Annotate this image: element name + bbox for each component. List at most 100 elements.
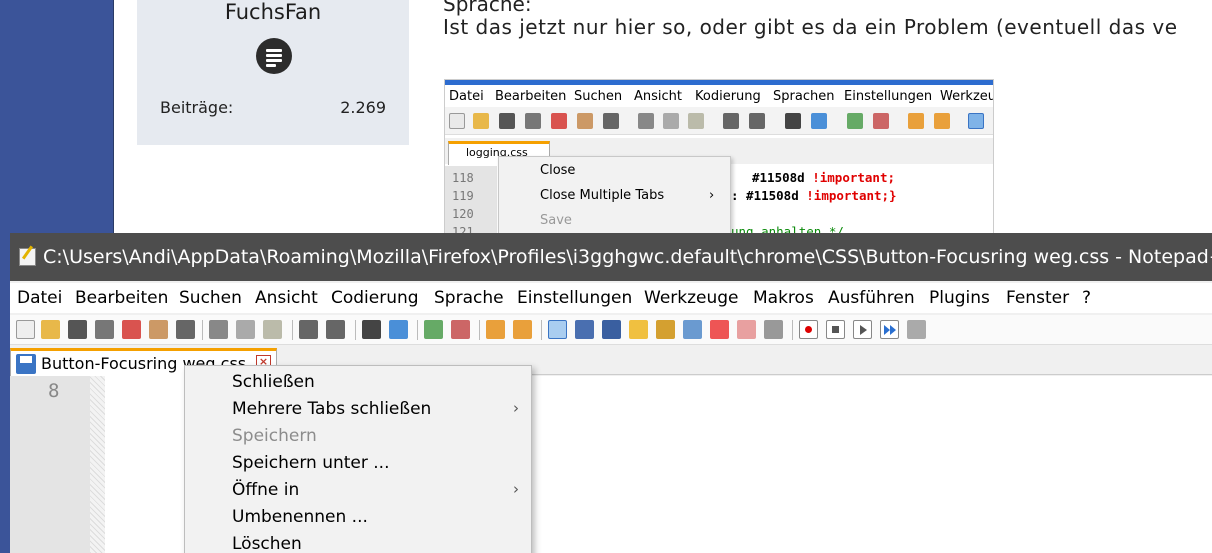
show-all-characters-icon[interactable]	[575, 320, 594, 339]
ctx-item-schliessen[interactable]: Schließen	[185, 369, 531, 396]
menu-einstellungen[interactable]: Einstellungen	[517, 288, 632, 308]
avatar-icon[interactable]	[256, 38, 292, 74]
undo-icon[interactable]	[299, 320, 318, 339]
shot-menu-item: Datei	[449, 89, 484, 104]
function-list-icon[interactable]	[683, 320, 702, 339]
shot-menu-item: Einstellungen	[844, 89, 933, 104]
menu-fenster[interactable]: Fenster	[1006, 288, 1069, 308]
word-wrap-icon[interactable]	[548, 320, 567, 339]
forum-page: FuchsFan Beiträge: 2.269 Sprache: Ist da…	[113, 0, 1212, 240]
copy-icon[interactable]	[236, 320, 255, 339]
cut-icon[interactable]	[209, 320, 228, 339]
menu-codierung[interactable]: Codierung	[331, 288, 419, 308]
menu-makros[interactable]: Makros	[753, 288, 814, 308]
shot-line-number: 118	[452, 171, 474, 185]
menu-werkzeuge[interactable]: Werkzeuge	[644, 288, 739, 308]
menu-suchen[interactable]: Suchen	[179, 288, 242, 308]
close-icon	[551, 113, 567, 129]
paste-icon[interactable]	[263, 320, 282, 339]
menu-help[interactable]: ?	[1082, 288, 1091, 308]
new-file-icon	[449, 113, 465, 129]
toolbar-separator	[792, 320, 793, 340]
toolbar-separator	[355, 320, 356, 340]
shot-code-line: #11508d !important;	[752, 170, 895, 185]
shot-ctx-save: Save	[540, 213, 572, 228]
print-icon[interactable]	[176, 320, 195, 339]
menu-datei[interactable]: Datei	[17, 288, 62, 308]
username[interactable]: FuchsFan	[137, 0, 409, 24]
replace-icon[interactable]	[389, 320, 408, 339]
shot-ctx-close: Close	[540, 163, 576, 178]
sync-vertical-icon[interactable]	[486, 320, 505, 339]
indent-guide-icon[interactable]	[602, 320, 621, 339]
toolbar-separator	[417, 320, 418, 340]
ctx-item-mehrere-tabs-schliessen[interactable]: Mehrere Tabs schließen ›	[185, 396, 531, 423]
toolbar-separator	[292, 320, 293, 340]
monitoring-eye-icon[interactable]	[764, 320, 783, 339]
shot-code-value: #11508d	[752, 170, 813, 185]
chevron-right-icon: ›	[513, 399, 519, 417]
shot-menu-item: Bearbeiten	[495, 89, 567, 104]
menu-ausfuehren[interactable]: Ausführen	[828, 288, 915, 308]
replace-icon	[811, 113, 827, 129]
shot-menu-item: Werkzeu	[940, 89, 994, 104]
record-macro-icon[interactable]	[799, 320, 818, 339]
zoom-out-icon[interactable]	[451, 320, 470, 339]
close-all-icon[interactable]	[149, 320, 168, 339]
sync-horizontal-icon	[934, 113, 950, 129]
close-all-icon	[577, 113, 593, 129]
close-file-icon[interactable]	[122, 320, 141, 339]
post-heading: Sprache:	[443, 0, 532, 16]
ctx-item-speichern-unter[interactable]: Speichern unter ...	[185, 450, 531, 477]
menu-ansicht[interactable]: Ansicht	[255, 288, 318, 308]
ctx-label: Mehrere Tabs schließen	[232, 399, 432, 419]
paste-icon	[688, 113, 704, 129]
shot-menu-item: Suchen	[574, 89, 623, 104]
save-icon	[499, 113, 515, 129]
shot-code-important: !important;	[812, 170, 896, 185]
post-text: Ist das jetzt nur hier so, oder gibt es …	[443, 15, 1178, 39]
shot-code-line: : #11508d !important;}	[731, 188, 897, 203]
save-all-icon[interactable]	[95, 320, 114, 339]
ctx-label: Öffne in	[232, 480, 300, 500]
user-language-icon[interactable]	[629, 320, 648, 339]
new-file-icon[interactable]	[16, 320, 35, 339]
chevron-right-icon: ›	[513, 480, 519, 498]
fold-margin[interactable]	[90, 376, 105, 553]
toolbar-separator	[202, 320, 203, 340]
shot-context-menu: Close Close Multiple Tabs › Save	[498, 156, 731, 239]
ctx-item-oeffne-in[interactable]: Öffne in ›	[185, 477, 531, 504]
menu-plugins[interactable]: Plugins	[929, 288, 990, 308]
save-macro-icon[interactable]	[907, 320, 926, 339]
floppy-disk-icon	[16, 354, 36, 374]
ctx-item-umbenennen[interactable]: Umbenennen ...	[185, 504, 531, 531]
menu-sprache[interactable]: Sprache	[434, 288, 504, 308]
open-folder-workspace-icon[interactable]	[737, 320, 756, 339]
shot-code-value: : #11508d	[731, 188, 807, 203]
stop-macro-icon[interactable]	[826, 320, 845, 339]
redo-icon[interactable]	[326, 320, 345, 339]
shot-ctx-close-multiple: Close Multiple Tabs	[540, 188, 665, 203]
sync-horizontal-icon[interactable]	[513, 320, 532, 339]
find-icon[interactable]	[362, 320, 381, 339]
posts-label: Beiträge:	[160, 98, 234, 117]
open-folder-icon	[473, 113, 489, 129]
shot-menu-item: Ansicht	[634, 89, 683, 104]
zoom-in-icon[interactable]	[424, 320, 443, 339]
window-title: C:\Users\Andi\AppData\Roaming\Mozilla\Fi…	[43, 246, 1212, 268]
folder-as-workspace-icon[interactable]	[710, 320, 729, 339]
play-macro-icon[interactable]	[853, 320, 872, 339]
toolbar-separator	[479, 320, 480, 340]
ctx-label: Speichern	[232, 426, 317, 446]
run-macro-multiple-icon[interactable]	[880, 320, 899, 339]
open-folder-icon[interactable]	[41, 320, 60, 339]
save-icon[interactable]	[68, 320, 87, 339]
title-bar[interactable]: C:\Users\Andi\AppData\Roaming\Mozilla\Fi…	[10, 233, 1212, 281]
ctx-label: Schließen	[232, 372, 315, 392]
notepadpp-app-icon[interactable]	[19, 248, 36, 266]
document-map-icon[interactable]	[656, 320, 675, 339]
shot-title-strip	[445, 80, 993, 85]
menu-bearbeiten[interactable]: Bearbeiten	[75, 288, 168, 308]
undo-icon	[723, 113, 739, 129]
ctx-item-loeschen[interactable]: Löschen	[185, 531, 531, 553]
